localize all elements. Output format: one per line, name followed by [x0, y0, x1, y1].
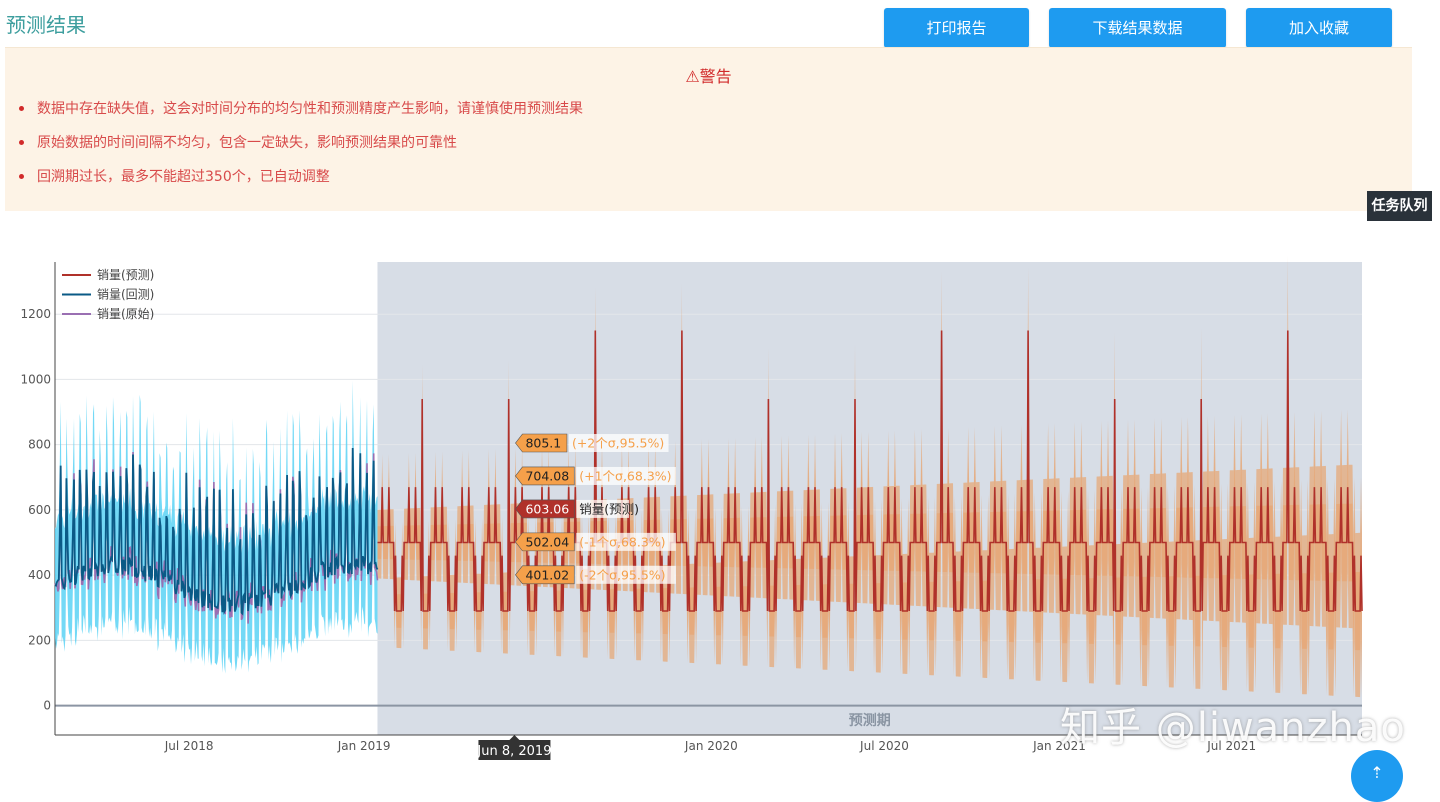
y-tick-label: 200	[28, 633, 51, 647]
hover-value: 401.02	[525, 567, 569, 582]
y-tick-label: 1000	[20, 372, 51, 386]
y-tick-label: 800	[28, 438, 51, 452]
arrow-up-icon: ⇡	[1370, 763, 1384, 782]
x-tick-label: Jul 2020	[859, 739, 909, 753]
warning-title: ⚠警告	[685, 67, 732, 86]
add-favorite-button[interactable]: 加入收藏	[1246, 8, 1392, 48]
backtest-band	[55, 380, 378, 674]
download-results-button[interactable]: 下载结果数据	[1049, 8, 1226, 48]
print-report-button[interactable]: 打印报告	[884, 8, 1029, 48]
y-tick-label: 400	[28, 568, 51, 582]
y-tick-label: 600	[28, 503, 51, 517]
legend-label: 销量(回测)	[97, 288, 154, 302]
warning-panel: ⚠警告 数据中存在缺失值，这会对时间分布的均匀性和预测精度产生影响，请谨慎使用预…	[5, 47, 1412, 211]
x-tick-label: Jul 2018	[164, 739, 214, 753]
hover-text: (-1个σ,68.3%)	[579, 534, 665, 549]
bullet-icon	[19, 140, 24, 145]
warning-item: 原始数据的时间间隔不均匀，包含一定缺失，影响预测结果的可靠性	[19, 134, 583, 168]
legend-label: 销量(预测)	[97, 268, 154, 282]
hover-text: (+2个σ,95.5%)	[572, 436, 664, 451]
warning-text: 回溯期过长，最多不能超过350个，已自动调整	[37, 169, 330, 185]
hover-value: 502.04	[525, 534, 569, 549]
forecast-region-label: 预测期	[849, 712, 891, 729]
hover-value: 603.06	[525, 501, 569, 516]
page-title: 预测结果	[6, 13, 86, 37]
y-tick-label: 0	[43, 699, 51, 713]
legend-label: 销量(原始)	[97, 307, 154, 321]
hover-date-pointer	[509, 735, 520, 740]
task-queue-tab[interactable]: 任务队列	[1367, 191, 1432, 221]
hover-value: 805.1	[525, 436, 561, 451]
hover-value: 704.08	[525, 468, 569, 483]
x-tick-label: Jan 2020	[684, 739, 738, 753]
bullet-icon	[19, 106, 24, 111]
x-tick-label: Jan 2019	[337, 739, 391, 753]
hover-text: (+1个σ,68.3%)	[579, 468, 671, 483]
warning-item: 数据中存在缺失值，这会对时间分布的均匀性和预测精度产生影响，请谨慎使用预测结果	[19, 100, 583, 134]
bullet-icon	[19, 174, 24, 179]
warning-list: 数据中存在缺失值，这会对时间分布的均匀性和预测精度产生影响，请谨慎使用预测结果 …	[19, 100, 583, 202]
warning-item: 回溯期过长，最多不能超过350个，已自动调整	[19, 168, 583, 202]
warning-text: 原始数据的时间间隔不均匀，包含一定缺失，影响预测结果的可靠性	[37, 135, 457, 151]
warning-text: 数据中存在缺失值，这会对时间分布的均匀性和预测精度产生影响，请谨慎使用预测结果	[37, 101, 583, 117]
y-tick-label: 1200	[20, 307, 51, 321]
scroll-top-button[interactable]: ⇡	[1351, 750, 1403, 802]
hover-date-label: Jun 8, 2019	[476, 744, 551, 759]
hover-text: (-2个σ,95.5%)	[579, 567, 665, 582]
watermark: 知乎 @liwanzhao	[1060, 705, 1406, 751]
hover-text: 销量(预测)	[579, 501, 639, 516]
